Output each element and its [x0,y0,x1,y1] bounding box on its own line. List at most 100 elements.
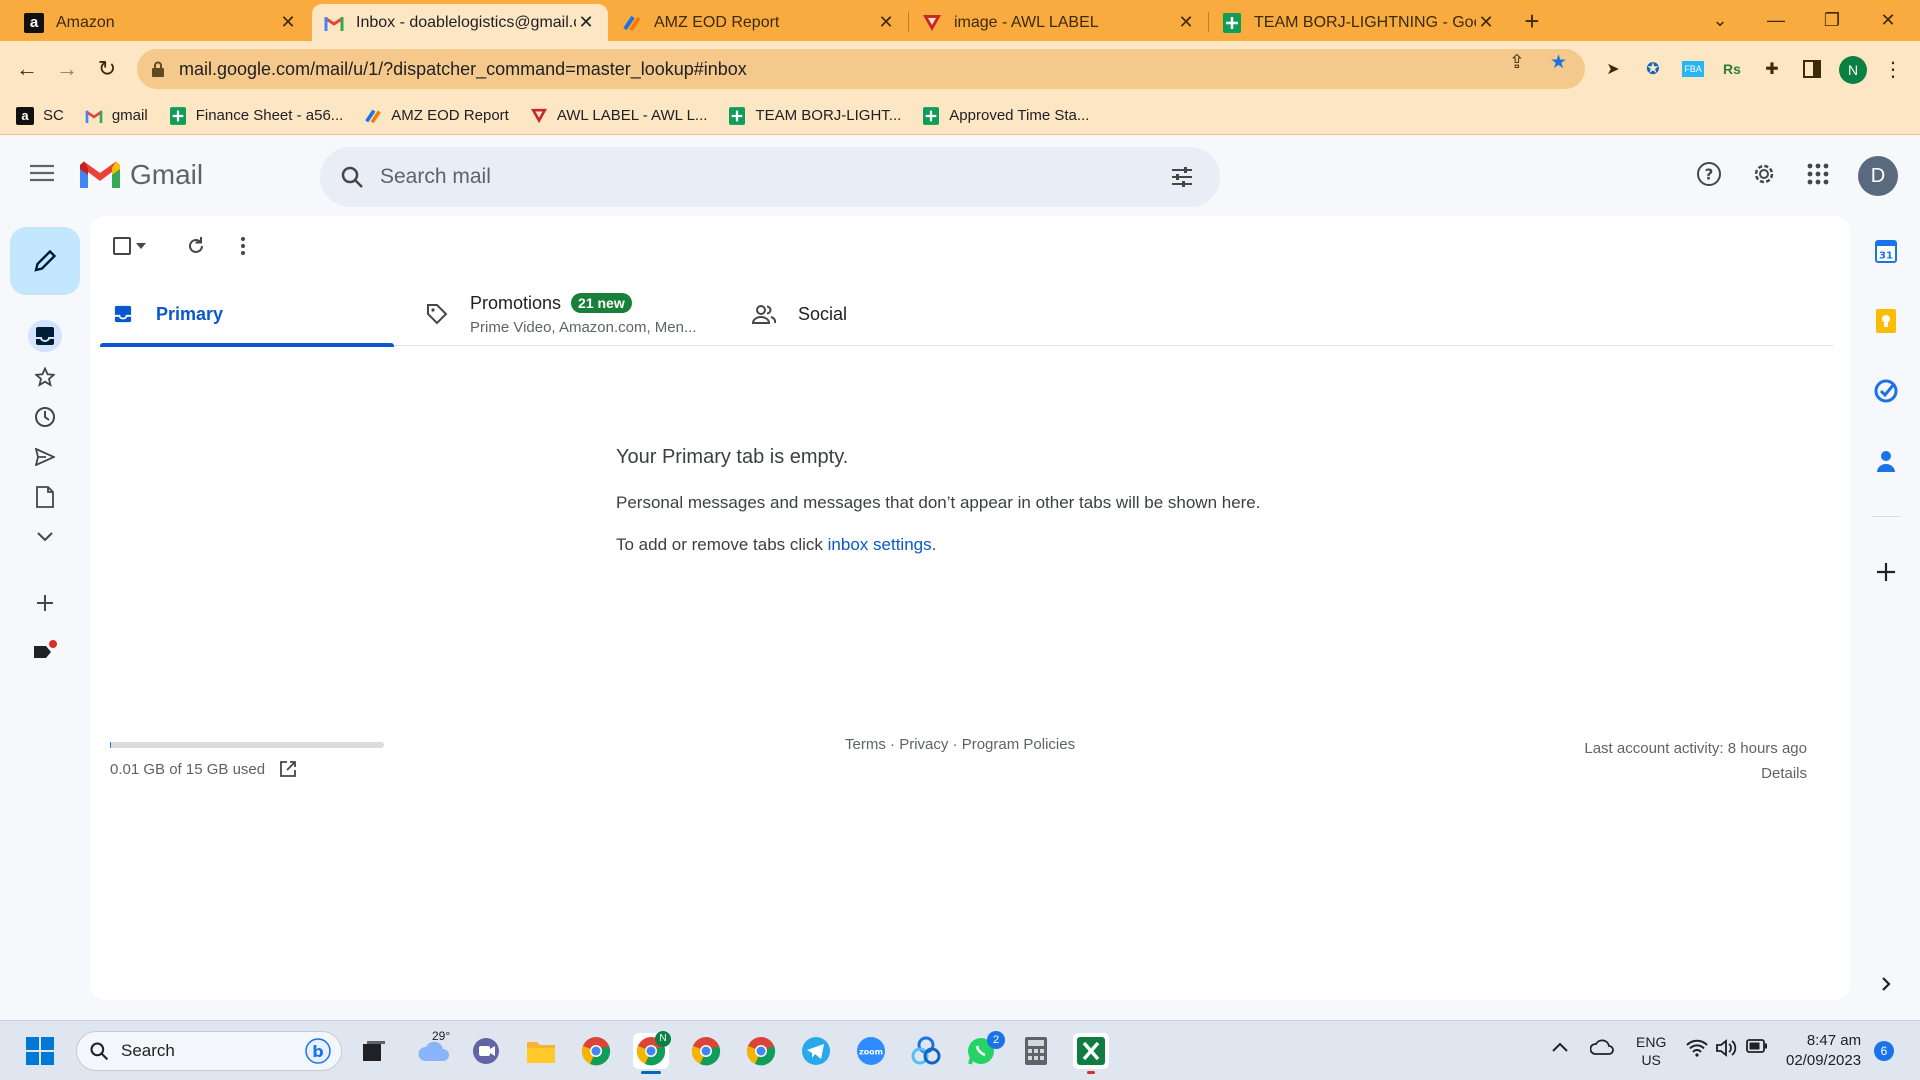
bookmark-amz-eod[interactable]: AMZ EOD Report [364,107,509,125]
open-external-icon[interactable] [279,760,297,778]
wifi-icon[interactable] [1686,1039,1708,1062]
get-addons-plus-icon[interactable] [1872,558,1900,586]
extension-rs-icon[interactable]: Rs [1719,56,1745,82]
search-input[interactable]: Search mail [380,165,1220,189]
main-menu-icon[interactable] [30,164,54,182]
system-clock[interactable]: 8:47 am 02/09/2023 [1786,1031,1861,1071]
teams-chat-icon[interactable] [468,1033,504,1069]
expand-side-panel-chevron-icon[interactable] [1872,970,1900,998]
bookmark-approved-time[interactable]: Approved Time Sta... [922,106,1089,125]
select-checkbox[interactable] [112,232,146,260]
more-options-icon[interactable] [240,232,246,260]
privacy-link[interactable]: Privacy [899,736,948,753]
telegram-icon[interactable] [798,1033,834,1069]
close-icon[interactable]: ✕ [1476,12,1496,33]
extension-fba-icon[interactable]: FBA [1680,56,1706,82]
close-icon[interactable]: ✕ [876,12,896,33]
side-panel-icon[interactable] [1799,56,1825,82]
browser-tab-amz-eod[interactable]: AMZ EOD Report ✕ [610,4,908,41]
program-policies-link[interactable]: Program Policies [962,736,1075,753]
extension-arrow-icon[interactable]: ➤ [1600,56,1626,82]
calculator-icon[interactable] [1018,1033,1054,1069]
browser-tab-team-borj[interactable]: TEAM BORJ-LIGHTNING - Google Sheets ✕ [1210,4,1508,41]
minimize-icon[interactable]: — [1748,0,1804,41]
inbox-nav-icon[interactable] [28,320,62,352]
browser-tab-inbox[interactable]: Inbox - doablelogistics@gmail.com ✕ [312,4,608,41]
tab-social[interactable]: Social [752,282,1046,346]
file-explorer-icon[interactable] [523,1033,559,1069]
search-bar[interactable]: Search mail [320,147,1220,207]
compose-button[interactable] [10,227,80,295]
close-icon[interactable]: ✕ [576,12,596,33]
inbox-settings-link[interactable]: inbox settings [828,535,932,554]
onedrive-cloud-icon[interactable] [1589,1039,1614,1060]
extensions-puzzle-icon[interactable]: ✚ [1759,56,1785,82]
chrome-profile-1-icon[interactable] [578,1033,614,1069]
task-view-icon[interactable] [356,1033,392,1069]
calendar-icon[interactable]: 31 [1872,237,1900,265]
google-apps-icon[interactable] [1804,160,1832,188]
whatsapp-icon[interactable]: 2 [963,1031,1005,1069]
forward-arrow-icon[interactable]: → [51,53,83,85]
create-label-plus-icon[interactable] [28,587,62,619]
activity-details-link[interactable]: Details [1584,761,1807,786]
snoozed-nav-icon[interactable] [28,401,62,433]
chrome-menu-icon[interactable]: ⋮ [1880,56,1906,82]
label-tag-icon[interactable] [28,635,62,667]
contacts-icon[interactable] [1872,447,1900,475]
tab-promotions[interactable]: Promotions 21 new Prime Video, Amazon.co… [426,282,720,346]
settings-gear-icon[interactable] [1750,160,1778,188]
tray-overflow-chevron-icon[interactable] [1552,1039,1568,1057]
extension-gear-icon[interactable]: ✪ [1640,56,1666,82]
tasks-icon[interactable] [1872,377,1900,405]
app-blue-logo-icon[interactable] [908,1033,944,1069]
back-arrow-icon[interactable]: ← [11,53,43,85]
bookmark-finance-sheet[interactable]: Finance Sheet - a56... [169,106,343,125]
starred-nav-icon[interactable] [28,361,62,393]
windows-start-icon[interactable] [22,1033,58,1069]
chrome-profile-3-icon[interactable] [743,1033,779,1069]
chrome-profile-avatar[interactable]: N [1839,56,1867,84]
excel-icon[interactable] [1073,1033,1109,1074]
drafts-nav-icon[interactable] [28,481,62,513]
notification-count-badge[interactable]: 6 [1874,1041,1894,1061]
bookmark-sc[interactable]: a SC [16,106,64,125]
zoom-icon[interactable]: zoom [853,1033,889,1069]
browser-tab-awl-label[interactable]: image - AWL LABEL ✕ [910,4,1208,41]
keep-icon[interactable] [1872,307,1900,335]
search-options-icon[interactable] [1170,165,1194,189]
window-close-icon[interactable]: ✕ [1860,0,1916,41]
share-icon[interactable]: ⇪ [1509,51,1525,74]
gmail-logo[interactable]: Gmail [80,159,203,191]
restore-icon[interactable]: ❐ [1804,0,1860,41]
caret-down-icon[interactable] [136,243,146,249]
tab-search-chevron-icon[interactable]: ⌄ [1692,0,1748,41]
more-chevron-down-icon[interactable] [28,521,62,553]
search-icon[interactable] [340,165,364,189]
sent-nav-icon[interactable] [28,441,62,473]
chrome-profile-n-icon[interactable]: N [633,1031,671,1074]
refresh-icon[interactable] [186,232,206,260]
bookmark-star-icon[interactable]: ★ [1550,51,1567,74]
taskbar-search-input[interactable]: Search [121,1041,305,1061]
close-icon[interactable]: ✕ [1176,12,1196,33]
new-tab-button[interactable]: + [1518,8,1546,36]
bing-icon[interactable]: b [305,1038,331,1064]
battery-icon[interactable] [1746,1039,1768,1058]
reload-icon[interactable]: ↻ [91,53,123,85]
help-icon[interactable]: ? [1695,160,1723,188]
bookmark-awl-label[interactable]: AWL LABEL - AWL L... [530,107,707,125]
chrome-profile-2-icon[interactable] [688,1033,724,1069]
bookmark-team-borj[interactable]: TEAM BORJ-LIGHT... [728,106,901,125]
language-indicator[interactable]: ENG US [1636,1033,1666,1069]
tab-primary[interactable]: Primary [100,282,394,347]
volume-icon[interactable] [1716,1039,1738,1062]
account-avatar[interactable]: D [1858,156,1898,196]
address-bar[interactable]: mail.google.com/mail/u/1/?dispatcher_com… [137,49,1585,89]
terms-link[interactable]: Terms [845,736,886,753]
weather-widget[interactable]: 29° [412,1029,456,1069]
bookmark-gmail[interactable]: gmail [85,107,148,125]
close-icon[interactable]: ✕ [278,12,298,33]
browser-tab-amazon[interactable]: a Amazon ✕ [12,4,310,41]
taskbar-search[interactable]: Search b [76,1031,342,1071]
